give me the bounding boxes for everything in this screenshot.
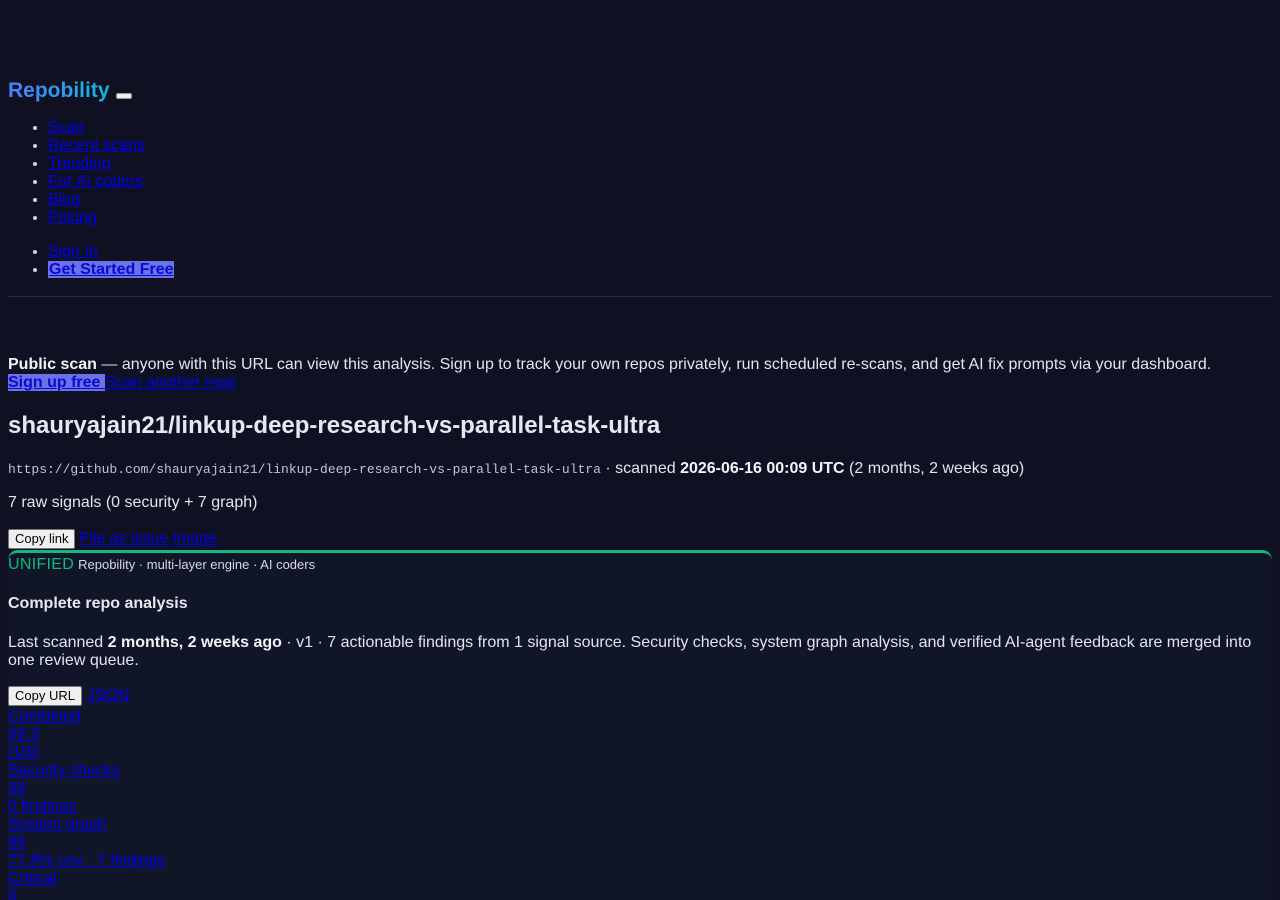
notice-text-line: Public scan — anyone with this URL can v…	[8, 356, 1272, 374]
notice-actions: Sign up free Scan another repo	[8, 374, 1272, 392]
notice-bold: Public scan	[8, 356, 97, 373]
menu-toggle-button[interactable]	[115, 93, 132, 99]
copy-url-button[interactable]: Copy URL	[8, 686, 82, 706]
score-metrics: Combined 99.3 /100 Security checks 99 0 …	[8, 708, 165, 900]
card-actions: Copy URL JSON	[8, 686, 130, 706]
repo-title: shauryajain21/linkup-deep-research-vs-pa…	[8, 412, 661, 439]
notice-text: — anyone with this URL can view this ana…	[96, 356, 1212, 373]
nav-item-trending: Trending	[48, 155, 145, 173]
header-divider	[8, 296, 1272, 297]
scanned-label: · scanned	[600, 460, 681, 477]
metric-security-sub[interactable]: 0 findings	[8, 798, 165, 816]
nav-link-blog[interactable]: Blog	[48, 191, 80, 208]
nav-item-recent-scans: Recent scans	[48, 137, 145, 155]
nav-link-recent-scans[interactable]: Recent scans	[48, 137, 145, 154]
raw-signals: 7 raw signals (0 security + 7 graph)	[8, 494, 258, 511]
card-title: Complete repo analysis	[8, 595, 188, 612]
sign-up-free-link[interactable]: Sign up free	[8, 374, 105, 391]
desc-bold: 2 months, 2 weeks ago	[107, 634, 282, 651]
auth-nav: Sign In Get Started Free	[8, 243, 175, 279]
nav-item-pricing: Pricing	[48, 209, 145, 227]
main-nav: Scan Recent scans Trending For AI coders…	[8, 119, 145, 227]
desc-prefix: Last scanned	[8, 634, 108, 651]
scanned-at: 2026-06-16 00:09 UTC	[680, 460, 845, 477]
nav-link-ai-coders[interactable]: For AI coders	[48, 173, 143, 190]
copy-link-button[interactable]: Copy link	[8, 529, 76, 549]
nav-item-ai-coders: For AI coders	[48, 173, 145, 191]
card-subtitle: Repobility · multi-layer engine · AI cod…	[78, 557, 316, 572]
metric-graph-label[interactable]: System graph	[8, 816, 165, 834]
metric-combined-value[interactable]: 99.3	[8, 726, 165, 744]
metric-combined-sub[interactable]: /100	[8, 744, 165, 762]
share-actions: Copy link File as issue Image	[8, 529, 217, 549]
metric-graph-sub[interactable]: 77.8% cov · 7 findings	[8, 852, 165, 870]
scanned-ago: (2 months, 2 weeks ago)	[844, 460, 1025, 477]
json-link[interactable]: JSON	[87, 687, 130, 705]
nav-link-trending[interactable]: Trending	[48, 155, 111, 172]
nav-link-scan[interactable]: Scan	[48, 119, 84, 136]
public-scan-notice: Public scan — anyone with this URL can v…	[8, 356, 1272, 392]
brand-logo[interactable]: Repobility	[8, 79, 110, 103]
nav-item-sign-in: Sign In	[48, 243, 174, 261]
file-as-issue-link[interactable]: File as issue	[79, 530, 168, 548]
metric-graph-value[interactable]: 99	[8, 834, 165, 852]
repo-meta: https://github.com/shauryajain21/linkup-…	[8, 460, 1024, 479]
nav-link-pricing[interactable]: Pricing	[48, 209, 97, 226]
metric-critical-value[interactable]: 0	[8, 888, 165, 900]
nav-item-scan: Scan	[48, 119, 145, 137]
brand-row: Repobility	[8, 78, 132, 104]
card-description: Last scanned 2 months, 2 weeks ago · v1 …	[8, 634, 1264, 670]
card-header: UNIFIED Repobility · multi-layer engine …	[8, 556, 315, 574]
repo-url: https://github.com/shauryajain21/linkup-…	[8, 462, 601, 477]
metric-security-label[interactable]: Security checks	[8, 762, 165, 780]
unified-analysis-card: UNIFIED Repobility · multi-layer engine …	[8, 550, 1272, 900]
metric-security-value[interactable]: 99	[8, 780, 165, 798]
nav-item-get-started: Get Started Free	[48, 261, 175, 279]
metric-critical-label[interactable]: Critical	[8, 870, 165, 888]
get-started-link[interactable]: Get Started Free	[48, 261, 175, 278]
nav-item-blog: Blog	[48, 191, 145, 209]
unified-badge: UNIFIED	[8, 556, 75, 573]
scan-another-repo-link[interactable]: Scan another repo	[105, 374, 237, 391]
metric-combined-label[interactable]: Combined	[8, 708, 165, 726]
image-link[interactable]: Image	[172, 530, 216, 548]
sign-in-link[interactable]: Sign In	[48, 243, 98, 260]
